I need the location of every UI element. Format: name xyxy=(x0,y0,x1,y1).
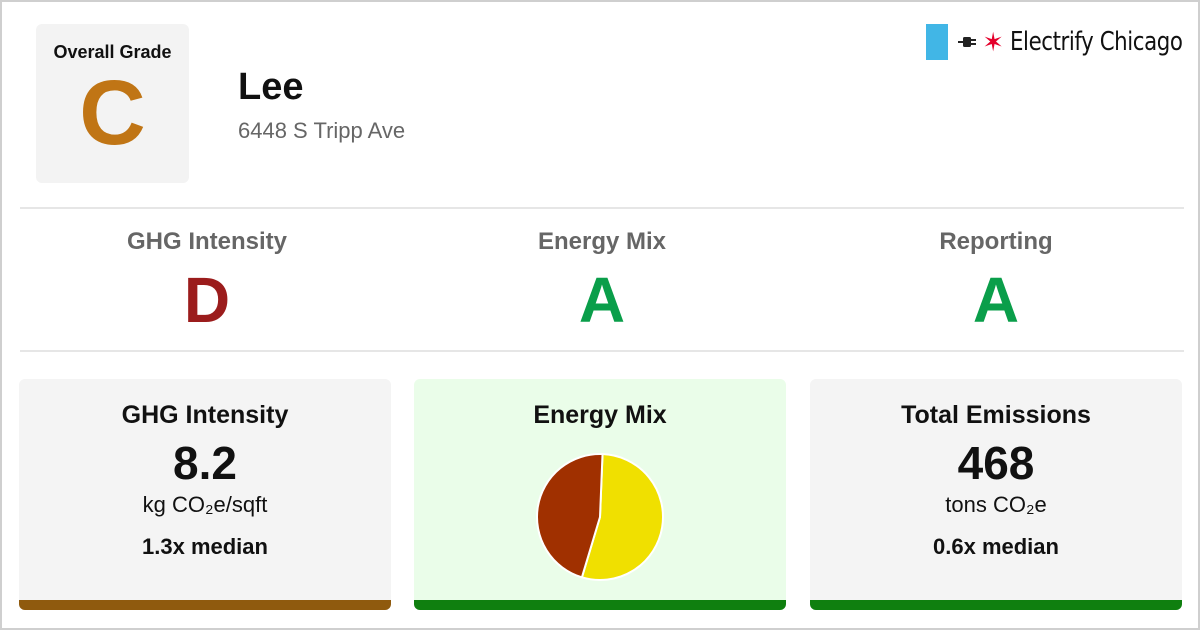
card-unit: tons CO₂e xyxy=(945,492,1047,517)
card-title: GHG Intensity xyxy=(121,401,289,429)
metric-ghg-intensity: GHG Intensity D xyxy=(10,228,404,336)
card-median: 1.3x median xyxy=(142,534,268,559)
card-title: Total Emissions xyxy=(901,401,1091,429)
building-name: Lee xyxy=(238,66,304,108)
metric-reporting: Reporting A xyxy=(799,228,1193,336)
plug-icon xyxy=(958,37,977,47)
metric-grade: D xyxy=(183,264,231,336)
metric-label: GHG Intensity xyxy=(126,228,288,255)
card-value: 8.2 xyxy=(173,437,237,489)
star-icon: ✶ xyxy=(982,27,1004,57)
card-value: 468 xyxy=(957,437,1035,489)
card-accent-bar xyxy=(414,600,786,610)
share-card: Overall Grade C Lee 6448 S Tripp Ave ✶ E… xyxy=(0,0,1200,630)
brand-name: Electrify Chicago xyxy=(1010,27,1183,57)
overall-grade-letter: C xyxy=(79,62,146,164)
pie-chart xyxy=(536,453,664,581)
metric-label: Energy Mix xyxy=(537,228,667,255)
building-address: 6448 S Tripp Ave xyxy=(238,118,406,143)
metric-grade: A xyxy=(972,264,1020,336)
card-ghg-intensity: GHG Intensity 8.2 kg CO₂e/sqft 1.3x medi… xyxy=(19,379,391,610)
card-title: Energy Mix xyxy=(533,401,667,429)
brand-logo[interactable]: ✶ Electrify Chicago xyxy=(926,24,1183,60)
metric-energy-mix: Energy Mix A xyxy=(405,228,799,336)
energy-mix-pie xyxy=(534,451,666,583)
card-energy-mix: Energy Mix xyxy=(414,379,786,610)
card-accent-bar xyxy=(19,600,391,610)
card-accent-bar xyxy=(810,600,1182,610)
card-median: 0.6x median xyxy=(933,534,1059,559)
middle-divider xyxy=(20,350,1184,352)
top-divider xyxy=(20,207,1184,209)
overall-grade-label: Overall Grade xyxy=(53,42,172,62)
card-unit: kg CO₂e/sqft xyxy=(142,492,268,517)
flag-stripe xyxy=(926,24,949,60)
metric-label: Reporting xyxy=(939,228,1053,255)
card-total-emissions: Total Emissions 468 tons CO₂e 0.6x media… xyxy=(810,379,1182,610)
overall-grade-box: Overall Grade C xyxy=(36,24,189,183)
metric-grade: A xyxy=(578,264,626,336)
